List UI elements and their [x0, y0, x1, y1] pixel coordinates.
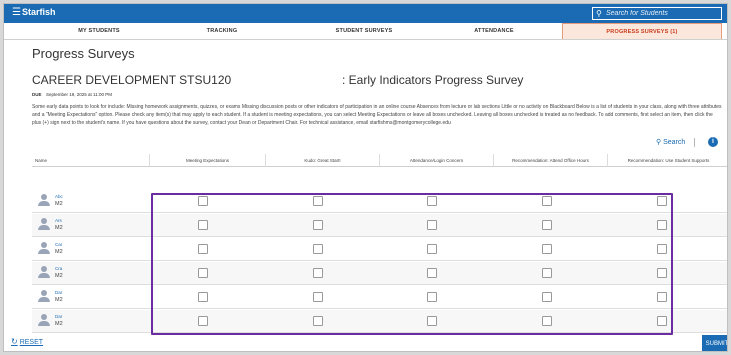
course-title: CAREER DEVELOPMENT STSU120	[32, 73, 232, 87]
checkbox-col-1[interactable]	[198, 244, 208, 254]
table-row: Dar M2	[32, 286, 727, 309]
column-header-kudo[interactable]: Kudo: Great Start!	[265, 154, 379, 167]
avatar-icon	[38, 314, 50, 326]
checkbox-col-4[interactable]	[542, 292, 552, 302]
checkbox-col-2[interactable]	[313, 316, 323, 326]
table-row: Cra M2	[32, 262, 727, 285]
checkbox-col-5[interactable]	[657, 220, 667, 230]
app-window: ☰ Starfish ⚲ MY STUDENTS TRACKING STUDEN…	[3, 3, 728, 352]
survey-instructions: Some early data points to look for inclu…	[32, 104, 722, 126]
student-name-link[interactable]: Ars	[55, 218, 62, 223]
checkbox-col-2[interactable]	[313, 220, 323, 230]
checkbox-col-3[interactable]	[427, 220, 437, 230]
checkbox-col-1[interactable]	[198, 196, 208, 206]
search-icon: ⚲	[596, 9, 602, 18]
tab-tracking[interactable]: TRACKING	[172, 23, 272, 39]
student-name-link[interactable]: Car	[55, 242, 62, 247]
page-title: Progress Surveys	[32, 46, 135, 61]
checkbox-col-1[interactable]	[198, 268, 208, 278]
avatar-icon	[38, 218, 50, 230]
table-search-link[interactable]: ⚲ Search	[656, 138, 685, 146]
column-header-meeting-expectations[interactable]: Meeting Expectations	[149, 154, 265, 167]
checkbox-col-1[interactable]	[198, 220, 208, 230]
student-id: M2	[55, 273, 63, 279]
tab-progress-surveys[interactable]: PROGRESS SURVEYS (1)	[562, 23, 722, 39]
search-icon: ⚲	[656, 139, 662, 146]
checkbox-col-3[interactable]	[427, 268, 437, 278]
table-search-label: Search	[663, 139, 686, 146]
checkbox-col-2[interactable]	[313, 196, 323, 206]
checkbox-col-4[interactable]	[542, 244, 552, 254]
info-icon[interactable]: i	[708, 137, 718, 147]
table-header: Name Meeting Expectations Kudo: Great St…	[32, 154, 727, 167]
toolbar-divider	[694, 138, 695, 147]
checkbox-col-2[interactable]	[313, 292, 323, 302]
column-header-attendance[interactable]: Attendance/Login Concern	[379, 154, 493, 167]
checkbox-col-4[interactable]	[542, 196, 552, 206]
tab-my-students[interactable]: MY STUDENTS	[44, 23, 154, 39]
student-name-link[interactable]: Abc	[55, 194, 63, 199]
checkbox-col-1[interactable]	[198, 292, 208, 302]
student-id: M2	[55, 201, 63, 207]
refresh-icon: ↻	[11, 337, 18, 346]
checkbox-col-5[interactable]	[657, 316, 667, 326]
table-row: Ars M2	[32, 214, 727, 237]
student-id: M2	[55, 249, 63, 255]
checkbox-col-2[interactable]	[313, 244, 323, 254]
checkbox-col-1[interactable]	[198, 316, 208, 326]
checkbox-col-3[interactable]	[427, 316, 437, 326]
avatar-icon	[38, 242, 50, 254]
avatar-icon	[38, 290, 50, 302]
checkbox-col-3[interactable]	[427, 196, 437, 206]
top-bar: ☰ Starfish ⚲	[4, 4, 727, 23]
student-id: M2	[55, 225, 63, 231]
reset-link[interactable]: ↻ RESET	[11, 337, 43, 346]
survey-name: : Early Indicators Progress Survey	[342, 73, 524, 87]
table-row: Dar M2	[32, 310, 727, 333]
hamburger-icon[interactable]: ☰	[12, 8, 21, 18]
checkbox-col-3[interactable]	[427, 292, 437, 302]
student-name-link[interactable]: Dar	[55, 314, 62, 319]
checkbox-col-5[interactable]	[657, 196, 667, 206]
tab-student-surveys[interactable]: STUDENT SURVEYS	[304, 23, 424, 39]
submit-button[interactable]: SUBMIT	[702, 335, 727, 351]
student-name-link[interactable]: Dar	[55, 290, 62, 295]
checkbox-col-4[interactable]	[542, 316, 552, 326]
checkbox-col-3[interactable]	[427, 244, 437, 254]
main-tabs: MY STUDENTS TRACKING STUDENT SURVEYS ATT…	[4, 23, 727, 40]
student-id: M2	[55, 321, 63, 327]
column-header-office-hours[interactable]: Recommendation: Attend Office Hours	[493, 154, 607, 167]
column-header-student-supports[interactable]: Recommendation: Use Student Supports	[607, 154, 727, 167]
reset-label: RESET	[19, 339, 44, 346]
checkbox-col-5[interactable]	[657, 292, 667, 302]
checkbox-col-5[interactable]	[657, 268, 667, 278]
checkbox-col-2[interactable]	[313, 268, 323, 278]
app-title: Starfish	[22, 7, 56, 17]
avatar-icon	[38, 194, 50, 206]
student-search-box[interactable]: ⚲	[592, 7, 722, 20]
avatar-icon	[38, 266, 50, 278]
table-row: Abc M2	[32, 190, 727, 213]
column-header-name[interactable]: Name	[32, 154, 149, 167]
checkbox-col-4[interactable]	[542, 220, 552, 230]
student-id: M2	[55, 297, 63, 303]
student-name-link[interactable]: Cra	[55, 266, 62, 271]
tab-attendance[interactable]: ATTENDANCE	[444, 23, 544, 39]
checkbox-col-4[interactable]	[542, 268, 552, 278]
table-row: Car M2	[32, 238, 727, 261]
checkbox-col-5[interactable]	[657, 244, 667, 254]
student-search-input[interactable]	[606, 8, 718, 19]
due-label: DUE	[32, 92, 42, 97]
due-date: September 19, 2025 at 11:00 PM	[46, 92, 112, 97]
